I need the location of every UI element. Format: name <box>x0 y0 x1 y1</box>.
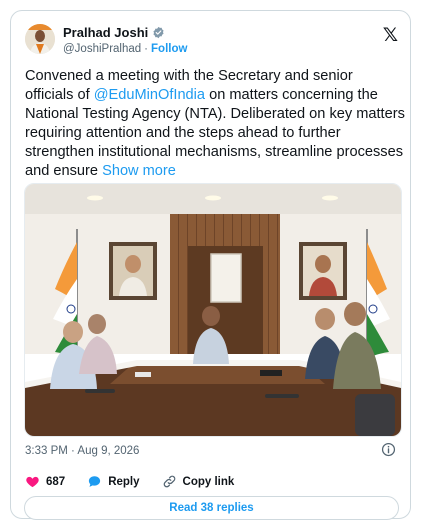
like-count: 687 <box>46 475 66 488</box>
verified-badge-icon <box>153 26 164 39</box>
read-replies-button[interactable]: Read 38 replies <box>24 496 399 520</box>
mention-link[interactable]: @EduMinOfIndia <box>94 87 205 103</box>
tweet-card: Pralhad Joshi @JoshiPralhad · Follow 𝕏 C… <box>10 10 411 520</box>
author-name-row: Pralhad Joshi <box>63 25 165 40</box>
tweet-text: Convened a meeting with the Secretary an… <box>25 67 405 181</box>
follow-button[interactable]: Follow <box>151 43 187 55</box>
show-more-link[interactable]: Show more <box>102 163 176 179</box>
info-icon[interactable] <box>381 442 396 457</box>
reply-label: Reply <box>108 475 140 488</box>
tweet-photo[interactable] <box>24 183 402 437</box>
tweet-actions: 687 Reply Copy link <box>25 474 256 489</box>
meeting-photo-image <box>25 184 401 436</box>
copy-link-label: Copy link <box>182 475 235 488</box>
like-button[interactable]: 687 <box>25 474 65 489</box>
heart-icon <box>26 476 39 488</box>
author-handle[interactable]: @JoshiPralhad <box>63 43 141 55</box>
link-icon <box>163 475 175 488</box>
author-handle-row: @JoshiPralhad · Follow <box>63 43 187 55</box>
reply-button[interactable]: Reply <box>87 474 140 489</box>
x-logo-icon[interactable]: 𝕏 <box>383 24 398 46</box>
author-display-name[interactable]: Pralhad Joshi <box>63 25 148 40</box>
separator-dot: · <box>144 43 149 55</box>
reply-bubble-icon <box>89 476 101 487</box>
tweet-timestamp[interactable]: 3:33 PM · Aug 9, 2026 <box>25 445 139 457</box>
avatar[interactable] <box>25 24 55 54</box>
copy-link-button[interactable]: Copy link <box>162 474 235 489</box>
